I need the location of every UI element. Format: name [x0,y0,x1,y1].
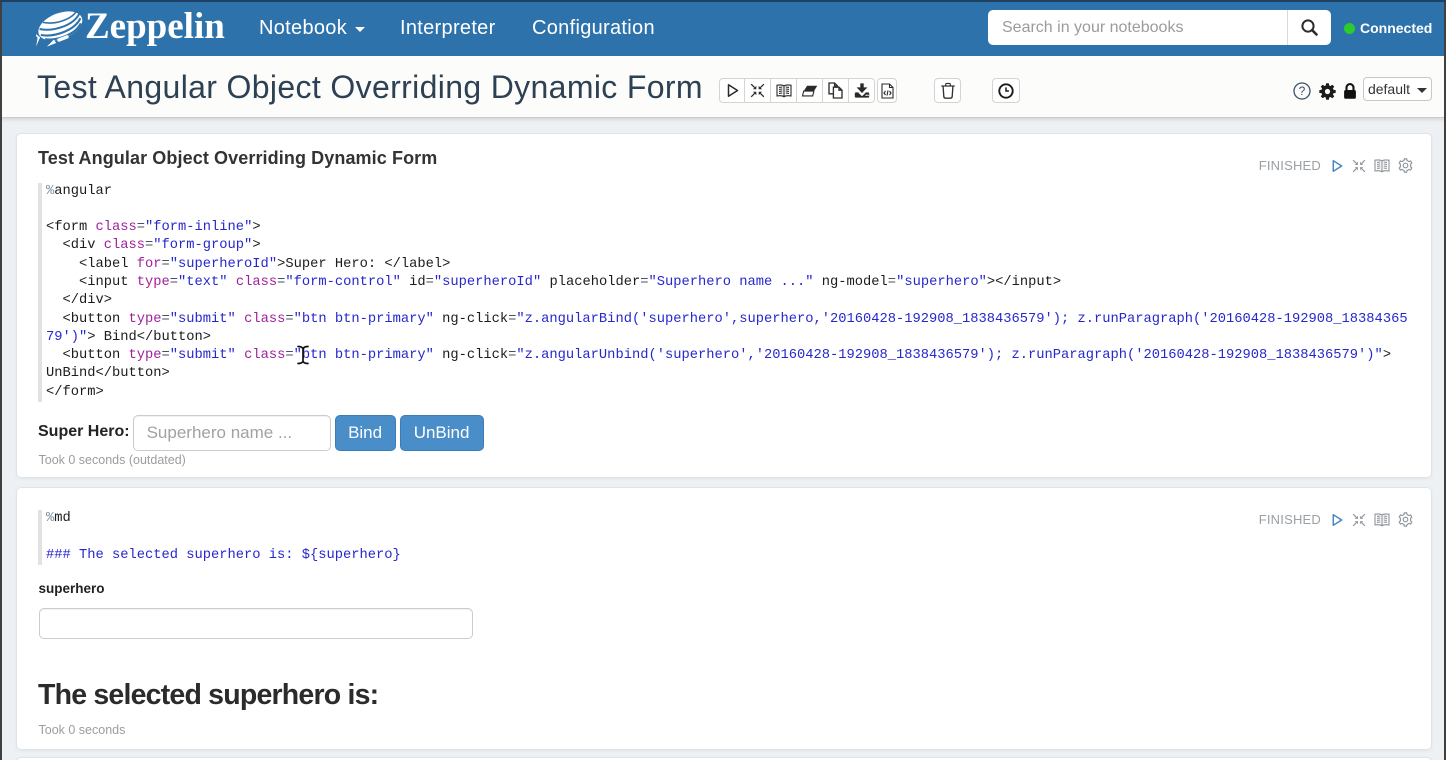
svg-text:?: ? [1299,84,1306,98]
